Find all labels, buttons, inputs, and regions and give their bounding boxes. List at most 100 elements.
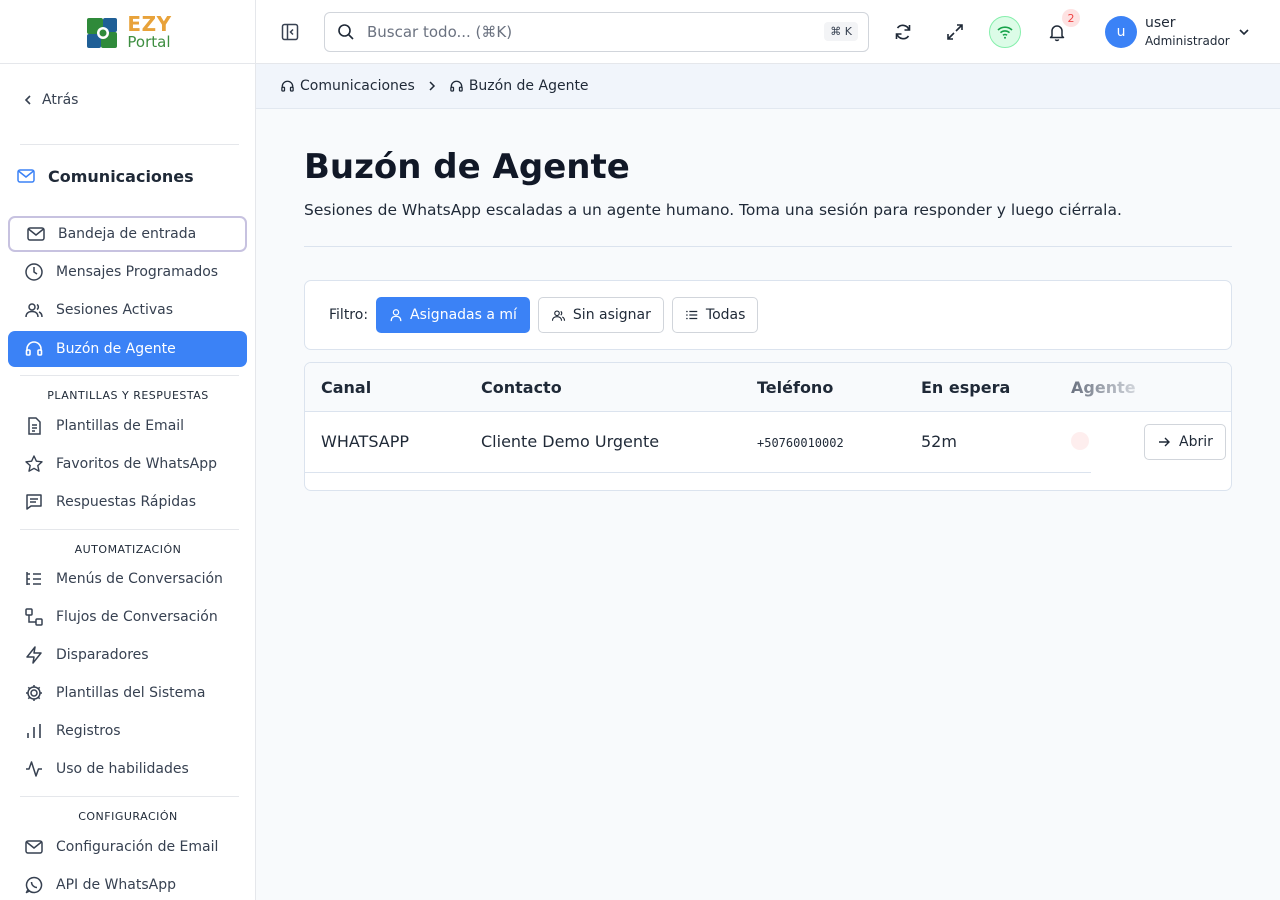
sidebar-item-label: Flujos de Conversación (56, 609, 218, 625)
filter-option-label: Todas (705, 307, 746, 323)
brand-name: EZY (127, 11, 172, 36)
sidebar-item-scheduled[interactable]: Mensajes Programados (8, 254, 247, 290)
user-menu-button[interactable] (1228, 16, 1260, 48)
breadcrumb: Comunicaciones Buzón de Agente (256, 64, 1280, 109)
list-tree-icon (26, 572, 41, 585)
cell-espera: 52m (921, 432, 957, 451)
breadcrumb-parent[interactable]: Comunicaciones (280, 78, 415, 94)
sidebar-item-whatsapp-favorites[interactable]: Favoritos de WhatsApp (24, 446, 255, 482)
breadcrumb-current: Buzón de Agente (449, 78, 589, 94)
headset-icon (25, 341, 43, 356)
bell-icon (1049, 25, 1065, 42)
filter-bar: Filtro: Asignadas a mí Sin asignar Todas (304, 280, 1232, 350)
mail-icon (17, 169, 35, 183)
sidebar-item-label: API de WhatsApp (56, 877, 176, 893)
zap-icon (26, 646, 42, 664)
column-header-telefono[interactable]: Teléfono (757, 378, 833, 397)
chevron-left-icon (24, 95, 31, 105)
group-label: AUTOMATIZACIÓN (74, 543, 182, 556)
chevron-right-icon (429, 81, 435, 91)
sidebar-item-conversation-flows[interactable]: Flujos de Conversación (24, 599, 255, 635)
connection-status-button[interactable] (989, 16, 1021, 48)
sidebar-item-label: Buzón de Agente (56, 341, 176, 357)
sidebar-item-label: Bandeja de entrada (58, 226, 197, 242)
sidebar-item-label: Menús de Conversación (56, 571, 223, 587)
file-text-icon (28, 417, 41, 435)
divider (20, 144, 239, 145)
cell-contacto: Cliente Demo Urgente (481, 432, 660, 451)
column-header-agente[interactable]: Agente (1071, 378, 1136, 397)
divider (20, 529, 239, 530)
group-label: CONFIGURACIÓN (78, 810, 178, 823)
star-icon (25, 455, 43, 472)
sidebar-item-label: Sesiones Activas (56, 302, 174, 318)
fullscreen-button[interactable] (939, 16, 971, 48)
notification-count-badge: 2 (1062, 9, 1080, 27)
sidebar-item-quick-replies[interactable]: Respuestas Rápidas (24, 484, 255, 520)
user-role: Administrador (1145, 34, 1230, 48)
filter-option-label: Asignadas a mí (410, 307, 517, 323)
page-subtitle: Sesiones de WhatsApp escaladas a un agen… (304, 201, 1122, 219)
user-icon (390, 309, 402, 322)
back-label: Atrás (42, 92, 79, 108)
headset-icon (450, 80, 463, 92)
activity-icon (26, 761, 42, 777)
filter-option-label: Sin asignar (572, 307, 651, 323)
sidebar-item-label: Favoritos de WhatsApp (56, 456, 218, 472)
search-input[interactable] (367, 23, 787, 41)
sidebar-item-skills-usage[interactable]: Uso de habilidades (24, 751, 255, 787)
sidebar-toggle-button[interactable] (274, 16, 306, 48)
mail-icon (25, 840, 43, 854)
search-icon (338, 24, 354, 40)
sidebar-item-conversation-menus[interactable]: Menús de Conversación (24, 561, 255, 597)
sidebar-item-active-sessions[interactable]: Sesiones Activas (8, 292, 247, 328)
expand-icon (947, 24, 963, 40)
filter-unassigned-button[interactable]: Sin asignar (537, 297, 664, 333)
wifi-icon (997, 26, 1013, 39)
sidebar-item-email-templates[interactable]: Plantillas de Email (24, 408, 255, 444)
open-session-button[interactable]: Abrir (1144, 424, 1226, 460)
divider (20, 796, 239, 797)
search-box[interactable]: ⌘ K (324, 12, 869, 52)
clock-icon (25, 263, 43, 281)
section-title: Comunicaciones (16, 166, 194, 186)
sidebar-item-label: Configuración de Email (56, 839, 219, 855)
page-title: Buzón de Agente (304, 147, 630, 187)
user-name[interactable]: user (1145, 15, 1176, 31)
users-icon (25, 303, 43, 318)
chevron-down-icon (1239, 29, 1249, 36)
section-title-label: Comunicaciones (48, 166, 194, 186)
sidebar-item-email-settings[interactable]: Configuración de Email (24, 829, 255, 865)
sidebar-item-label: Plantillas de Email (56, 418, 185, 434)
back-link[interactable]: Atrás (22, 92, 78, 108)
sessions-table: Canal Contacto Teléfono En espera Agente… (304, 362, 1232, 491)
panel-left-icon (281, 23, 299, 41)
main-content: Buzón de Agente Sesiones de WhatsApp esc… (256, 109, 1280, 900)
divider (20, 375, 239, 376)
headset-icon (281, 80, 294, 92)
filter-assigned-to-me-button[interactable]: Asignadas a mí (376, 297, 530, 333)
sidebar-item-agent-inbox[interactable]: Buzón de Agente (8, 331, 247, 367)
logo[interactable]: EZY Portal (0, 0, 255, 64)
column-header-contacto[interactable]: Contacto (481, 378, 562, 397)
arrow-right-icon (1159, 437, 1170, 447)
bar-chart-icon (27, 724, 41, 738)
group-label: PLANTILLAS Y RESPUESTAS (47, 389, 209, 402)
filter-all-button[interactable]: Todas (671, 297, 759, 333)
cell-canal: WHATSAPP (321, 432, 410, 451)
sidebar-item-label: Respuestas Rápidas (56, 494, 197, 510)
sidebar-item-inbox[interactable]: Bandeja de entrada (8, 216, 247, 252)
breadcrumb-parent-label: Comunicaciones (300, 78, 415, 94)
sidebar-item-whatsapp-api[interactable]: API de WhatsApp (24, 867, 255, 900)
list-icon (686, 310, 698, 320)
refresh-button[interactable] (887, 16, 919, 48)
avatar[interactable]: u (1105, 16, 1137, 48)
sidebar-item-triggers[interactable]: Disparadores (24, 637, 255, 673)
sidebar-item-system-templates[interactable]: Plantillas del Sistema (24, 675, 255, 711)
sidebar-item-logs[interactable]: Registros (24, 713, 255, 749)
search-shortcut-hint: ⌘ K (824, 22, 858, 41)
sticky-actions-column: Abrir (1091, 412, 1231, 473)
table-header: Canal Contacto Teléfono En espera Agente (305, 363, 1231, 412)
column-header-canal[interactable]: Canal (321, 378, 371, 397)
column-header-espera[interactable]: En espera (921, 378, 1010, 397)
